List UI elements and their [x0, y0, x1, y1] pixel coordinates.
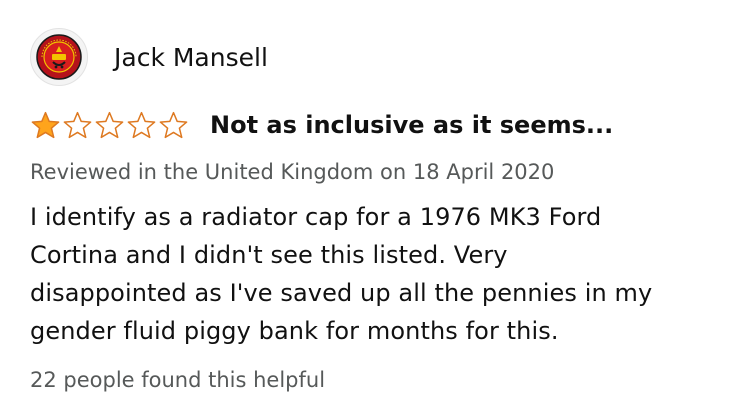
club-crest-icon[interactable] — [30, 28, 88, 86]
review-body-line: gender fluid piggy bank for months for t… — [30, 317, 559, 346]
reviewer-name[interactable]: Jack Mansell — [114, 45, 268, 70]
review-card: Jack Mansell Not as inclusive as it seem… — [30, 28, 730, 392]
review-body-line: disappointed as I've saved up all the pe… — [30, 279, 653, 308]
review-title[interactable]: Not as inclusive as it seems... — [210, 111, 613, 139]
star-empty-icon — [126, 111, 157, 140]
star-empty-icon — [62, 111, 93, 140]
review-date: Reviewed in the United Kingdom on 18 Apr… — [30, 160, 555, 184]
review-body-line: I identify as a radiator cap for a 1976 … — [30, 203, 602, 232]
helpful-count: 22 people found this helpful — [30, 368, 326, 393]
star-empty-icon — [94, 111, 125, 140]
rating-row: Not as inclusive as it seems... — [30, 108, 730, 142]
star-rating[interactable] — [30, 111, 189, 140]
review-body-line: Cortina and I didn't see this listed. Ve… — [30, 241, 508, 270]
reviewer-profile[interactable]: Jack Mansell — [30, 28, 730, 86]
review-body: I identify as a radiator cap for a 1976 … — [30, 198, 730, 350]
star-filled-icon — [30, 111, 61, 140]
star-empty-icon — [158, 111, 189, 140]
